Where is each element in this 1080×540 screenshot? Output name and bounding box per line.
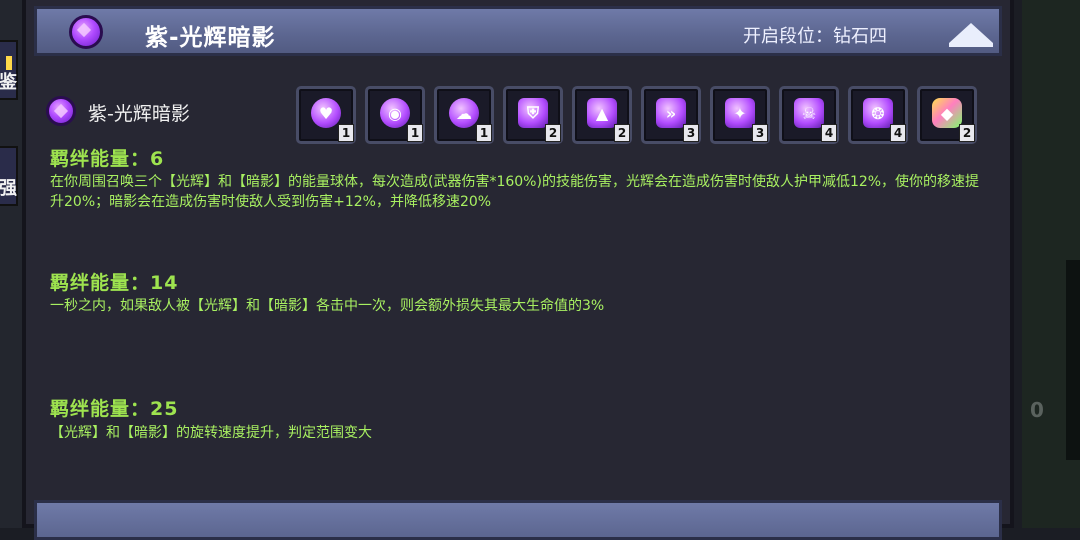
next-set-header[interactable] (34, 500, 1002, 540)
heart-icon: ♥ (311, 98, 341, 128)
side-tab-label: 鉴 (0, 72, 17, 93)
mountain-icon: ▲ (587, 98, 617, 128)
item-count: 3 (752, 124, 768, 142)
item-count: 1 (338, 124, 354, 142)
item-count: 2 (959, 124, 975, 142)
set-header[interactable]: 紫-光辉暗影 开启段位：钻石四 (34, 6, 1002, 56)
right-scroll-area (1066, 260, 1080, 460)
tier-description: 在你周围召唤三个【光辉】和【暗影】的能量球体，每次造成(武器伤害*160%)的技… (50, 174, 980, 210)
item-slot[interactable]: ◉ 1 (365, 86, 425, 144)
shield-icon: ⛨ (518, 98, 548, 128)
side-tab-label: 强 (0, 178, 17, 199)
tier-description: 一秒之内，如果敌人被【光辉】和【暗影】各击中一次，则会额外损失其最大生命值的3% (50, 298, 605, 314)
item-slot[interactable]: ▲ 2 (572, 86, 632, 144)
item-slot[interactable]: ❂ 4 (848, 86, 908, 144)
side-tab-enhance[interactable]: 强 (0, 146, 18, 206)
eye-icon: ◉ (380, 98, 410, 128)
item-slot[interactable]: » 3 (641, 86, 701, 144)
orb-icon: ✦ (725, 98, 755, 128)
set-item-slots: ♥ 1 ◉ 1 ☁ 1 ⛨ 2 ▲ 2 » 3 ✦ 3 ☠ 4 ❂ 4 ◆ 2 (296, 86, 977, 144)
set-name: 紫-光辉暗影 (88, 103, 190, 125)
item-count: 2 (545, 124, 561, 142)
side-tab-appraise[interactable]: 鉴 (0, 40, 18, 100)
unlock-rank-label: 开启段位：钻石四 (743, 26, 887, 47)
item-slot[interactable]: ☠ 4 (779, 86, 839, 144)
crystal-icon: ◆ (932, 98, 962, 128)
item-count: 1 (407, 124, 423, 142)
vortex-icon: ❂ (863, 98, 893, 128)
tier-heading: 羁绊能量：14 (50, 272, 179, 294)
collapse-arrow-icon[interactable] (949, 23, 993, 47)
item-count: 4 (821, 124, 837, 142)
tier-heading: 羁绊能量：6 (50, 148, 165, 170)
item-count: 4 (890, 124, 906, 142)
purple-gem-icon (46, 96, 76, 126)
item-slot[interactable]: ✦ 3 (710, 86, 770, 144)
item-count: 3 (683, 124, 699, 142)
purple-gem-icon (69, 15, 103, 49)
item-slot[interactable]: ♥ 1 (296, 86, 356, 144)
item-count: 2 (614, 124, 630, 142)
item-slot[interactable]: ◆ 2 (917, 86, 977, 144)
skull-icon: ☠ (794, 98, 824, 128)
right-panel-text: 0 (1030, 398, 1044, 422)
item-slot[interactable]: ☁ 1 (434, 86, 494, 144)
cloud-icon: ☁ (449, 98, 479, 128)
item-slot[interactable]: ⛨ 2 (503, 86, 563, 144)
set-bonus-panel: 紫-光辉暗影 开启段位：钻石四 紫-光辉暗影 ♥ 1 ◉ 1 ☁ 1 ⛨ 2 ▲ 2 » 3… (22, 0, 1014, 540)
set-header-title: 紫-光辉暗影 (145, 25, 276, 51)
side-tab-marker (6, 56, 12, 70)
tier-description: 【光辉】和【暗影】的旋转速度提升，判定范围变大 (50, 425, 372, 441)
item-count: 1 (476, 124, 492, 142)
wing-icon: » (656, 98, 686, 128)
tier-heading: 羁绊能量：25 (50, 398, 179, 420)
